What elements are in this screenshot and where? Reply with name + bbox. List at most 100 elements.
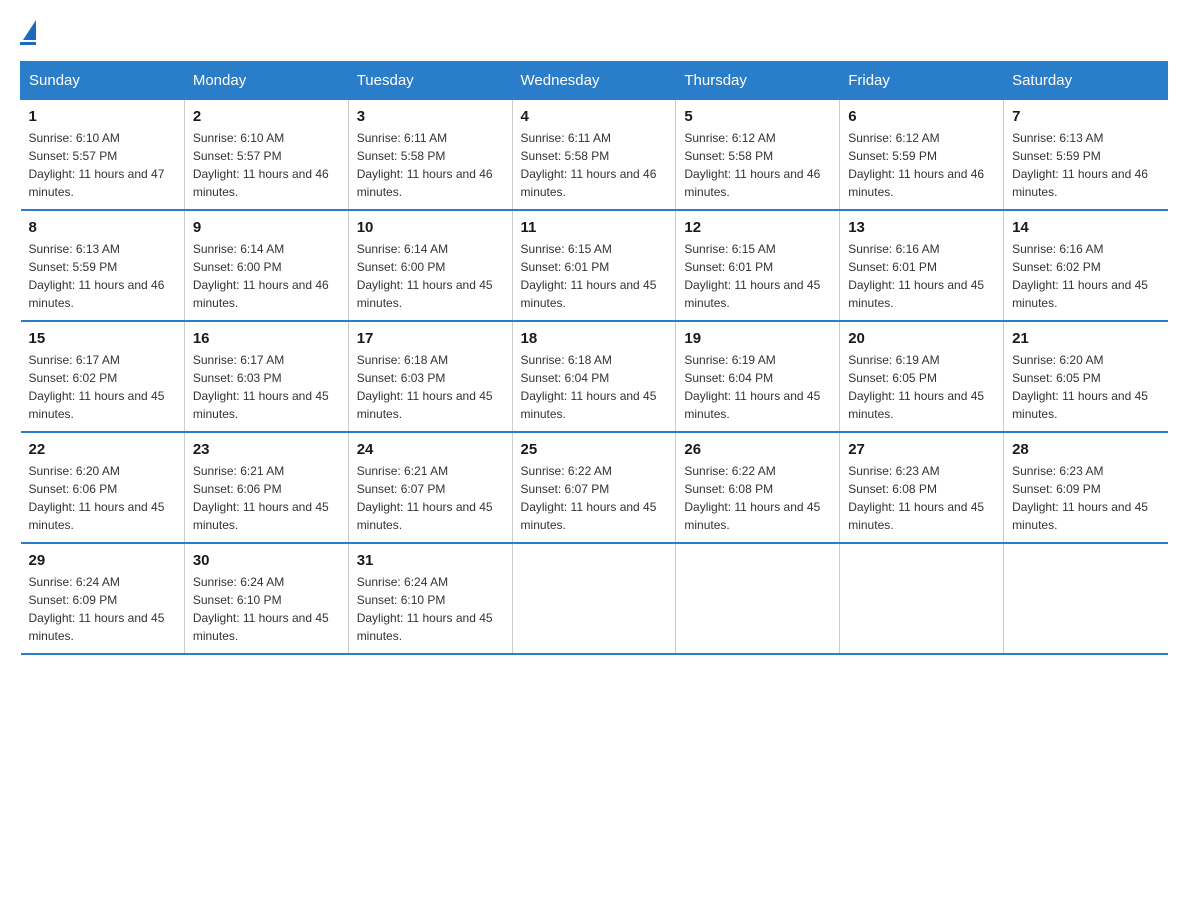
calendar-cell: 25 Sunrise: 6:22 AM Sunset: 6:07 PM Dayl… [512, 432, 676, 543]
calendar-cell [840, 543, 1004, 654]
day-number: 18 [521, 330, 668, 347]
day-number: 2 [193, 108, 340, 125]
day-info: Sunrise: 6:21 AM Sunset: 6:06 PM Dayligh… [193, 462, 340, 534]
calendar-cell: 19 Sunrise: 6:19 AM Sunset: 6:04 PM Dayl… [676, 321, 840, 432]
calendar-cell: 13 Sunrise: 6:16 AM Sunset: 6:01 PM Dayl… [840, 210, 1004, 321]
day-number: 22 [29, 441, 176, 458]
day-info: Sunrise: 6:19 AM Sunset: 6:05 PM Dayligh… [848, 351, 995, 423]
day-number: 11 [521, 219, 668, 236]
weekday-header-saturday: Saturday [1004, 62, 1168, 100]
calendar-cell: 24 Sunrise: 6:21 AM Sunset: 6:07 PM Dayl… [348, 432, 512, 543]
day-number: 8 [29, 219, 176, 236]
day-number: 20 [848, 330, 995, 347]
calendar-cell: 5 Sunrise: 6:12 AM Sunset: 5:58 PM Dayli… [676, 100, 840, 211]
calendar-cell: 7 Sunrise: 6:13 AM Sunset: 5:59 PM Dayli… [1004, 100, 1168, 211]
day-info: Sunrise: 6:20 AM Sunset: 6:06 PM Dayligh… [29, 462, 176, 534]
day-number: 3 [357, 108, 504, 125]
day-number: 17 [357, 330, 504, 347]
day-info: Sunrise: 6:24 AM Sunset: 6:10 PM Dayligh… [357, 573, 504, 645]
day-info: Sunrise: 6:22 AM Sunset: 6:07 PM Dayligh… [521, 462, 668, 534]
weekday-header-sunday: Sunday [21, 62, 185, 100]
calendar-cell: 3 Sunrise: 6:11 AM Sunset: 5:58 PM Dayli… [348, 100, 512, 211]
day-info: Sunrise: 6:15 AM Sunset: 6:01 PM Dayligh… [521, 240, 668, 312]
weekday-header-monday: Monday [184, 62, 348, 100]
calendar-cell: 21 Sunrise: 6:20 AM Sunset: 6:05 PM Dayl… [1004, 321, 1168, 432]
day-number: 5 [684, 108, 831, 125]
day-info: Sunrise: 6:18 AM Sunset: 6:04 PM Dayligh… [521, 351, 668, 423]
weekday-header-friday: Friday [840, 62, 1004, 100]
page-header [20, 20, 1168, 45]
calendar-cell: 8 Sunrise: 6:13 AM Sunset: 5:59 PM Dayli… [21, 210, 185, 321]
day-info: Sunrise: 6:10 AM Sunset: 5:57 PM Dayligh… [193, 129, 340, 201]
day-number: 9 [193, 219, 340, 236]
week-row-3: 15 Sunrise: 6:17 AM Sunset: 6:02 PM Dayl… [21, 321, 1168, 432]
calendar-cell: 31 Sunrise: 6:24 AM Sunset: 6:10 PM Dayl… [348, 543, 512, 654]
day-info: Sunrise: 6:24 AM Sunset: 6:10 PM Dayligh… [193, 573, 340, 645]
day-number: 16 [193, 330, 340, 347]
weekday-header-row: SundayMondayTuesdayWednesdayThursdayFrid… [21, 62, 1168, 100]
calendar-cell: 6 Sunrise: 6:12 AM Sunset: 5:59 PM Dayli… [840, 100, 1004, 211]
day-info: Sunrise: 6:15 AM Sunset: 6:01 PM Dayligh… [684, 240, 831, 312]
weekday-header-thursday: Thursday [676, 62, 840, 100]
calendar-cell: 10 Sunrise: 6:14 AM Sunset: 6:00 PM Dayl… [348, 210, 512, 321]
day-info: Sunrise: 6:12 AM Sunset: 5:59 PM Dayligh… [848, 129, 995, 201]
weekday-header-tuesday: Tuesday [348, 62, 512, 100]
calendar-cell: 14 Sunrise: 6:16 AM Sunset: 6:02 PM Dayl… [1004, 210, 1168, 321]
calendar-cell: 11 Sunrise: 6:15 AM Sunset: 6:01 PM Dayl… [512, 210, 676, 321]
calendar-table: SundayMondayTuesdayWednesdayThursdayFrid… [20, 61, 1168, 655]
day-info: Sunrise: 6:16 AM Sunset: 6:02 PM Dayligh… [1012, 240, 1159, 312]
day-info: Sunrise: 6:22 AM Sunset: 6:08 PM Dayligh… [684, 462, 831, 534]
day-info: Sunrise: 6:14 AM Sunset: 6:00 PM Dayligh… [357, 240, 504, 312]
calendar-cell: 29 Sunrise: 6:24 AM Sunset: 6:09 PM Dayl… [21, 543, 185, 654]
week-row-2: 8 Sunrise: 6:13 AM Sunset: 5:59 PM Dayli… [21, 210, 1168, 321]
day-number: 27 [848, 441, 995, 458]
day-number: 6 [848, 108, 995, 125]
day-info: Sunrise: 6:21 AM Sunset: 6:07 PM Dayligh… [357, 462, 504, 534]
calendar-cell [512, 543, 676, 654]
calendar-cell: 16 Sunrise: 6:17 AM Sunset: 6:03 PM Dayl… [184, 321, 348, 432]
day-number: 13 [848, 219, 995, 236]
day-number: 28 [1012, 441, 1159, 458]
day-info: Sunrise: 6:17 AM Sunset: 6:02 PM Dayligh… [29, 351, 176, 423]
day-number: 23 [193, 441, 340, 458]
day-number: 25 [521, 441, 668, 458]
calendar-cell: 30 Sunrise: 6:24 AM Sunset: 6:10 PM Dayl… [184, 543, 348, 654]
day-number: 19 [684, 330, 831, 347]
day-number: 4 [521, 108, 668, 125]
calendar-cell [1004, 543, 1168, 654]
day-info: Sunrise: 6:16 AM Sunset: 6:01 PM Dayligh… [848, 240, 995, 312]
day-number: 15 [29, 330, 176, 347]
day-number: 26 [684, 441, 831, 458]
day-info: Sunrise: 6:20 AM Sunset: 6:05 PM Dayligh… [1012, 351, 1159, 423]
calendar-cell: 26 Sunrise: 6:22 AM Sunset: 6:08 PM Dayl… [676, 432, 840, 543]
calendar-cell: 20 Sunrise: 6:19 AM Sunset: 6:05 PM Dayl… [840, 321, 1004, 432]
calendar-cell: 28 Sunrise: 6:23 AM Sunset: 6:09 PM Dayl… [1004, 432, 1168, 543]
day-info: Sunrise: 6:11 AM Sunset: 5:58 PM Dayligh… [357, 129, 504, 201]
day-number: 29 [29, 552, 176, 569]
day-number: 31 [357, 552, 504, 569]
calendar-cell: 23 Sunrise: 6:21 AM Sunset: 6:06 PM Dayl… [184, 432, 348, 543]
day-number: 10 [357, 219, 504, 236]
calendar-cell: 18 Sunrise: 6:18 AM Sunset: 6:04 PM Dayl… [512, 321, 676, 432]
day-info: Sunrise: 6:13 AM Sunset: 5:59 PM Dayligh… [1012, 129, 1159, 201]
day-info: Sunrise: 6:18 AM Sunset: 6:03 PM Dayligh… [357, 351, 504, 423]
calendar-cell: 22 Sunrise: 6:20 AM Sunset: 6:06 PM Dayl… [21, 432, 185, 543]
logo-underline [20, 42, 36, 45]
day-number: 7 [1012, 108, 1159, 125]
day-number: 12 [684, 219, 831, 236]
day-info: Sunrise: 6:19 AM Sunset: 6:04 PM Dayligh… [684, 351, 831, 423]
day-info: Sunrise: 6:12 AM Sunset: 5:58 PM Dayligh… [684, 129, 831, 201]
logo-triangle-icon [23, 20, 36, 40]
day-info: Sunrise: 6:17 AM Sunset: 6:03 PM Dayligh… [193, 351, 340, 423]
calendar-cell: 12 Sunrise: 6:15 AM Sunset: 6:01 PM Dayl… [676, 210, 840, 321]
day-info: Sunrise: 6:10 AM Sunset: 5:57 PM Dayligh… [29, 129, 176, 201]
calendar-cell: 15 Sunrise: 6:17 AM Sunset: 6:02 PM Dayl… [21, 321, 185, 432]
day-number: 1 [29, 108, 176, 125]
week-row-4: 22 Sunrise: 6:20 AM Sunset: 6:06 PM Dayl… [21, 432, 1168, 543]
day-number: 30 [193, 552, 340, 569]
calendar-cell: 9 Sunrise: 6:14 AM Sunset: 6:00 PM Dayli… [184, 210, 348, 321]
calendar-cell: 4 Sunrise: 6:11 AM Sunset: 5:58 PM Dayli… [512, 100, 676, 211]
day-info: Sunrise: 6:13 AM Sunset: 5:59 PM Dayligh… [29, 240, 176, 312]
day-info: Sunrise: 6:14 AM Sunset: 6:00 PM Dayligh… [193, 240, 340, 312]
weekday-header-wednesday: Wednesday [512, 62, 676, 100]
